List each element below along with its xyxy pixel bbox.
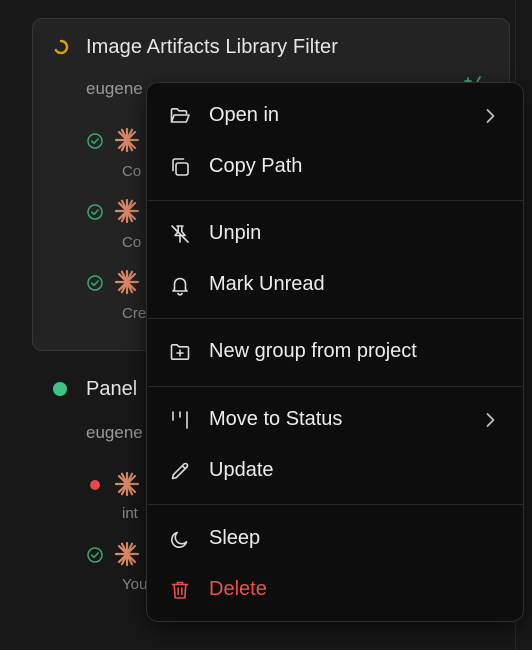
task-subtitle: eugene <box>86 79 143 98</box>
copy-icon <box>172 158 189 176</box>
menu-item-update[interactable]: Update <box>147 449 523 493</box>
asterisk-icon <box>114 471 140 497</box>
context-menu: Open in Copy Path Unpin Mark Unread New … <box>146 82 524 622</box>
menu-item-label: Open in <box>209 104 280 126</box>
menu-item-delete[interactable]: Delete <box>147 568 523 612</box>
unpin-icon <box>171 225 189 243</box>
loading-spinner-icon <box>54 39 69 55</box>
check-circle-icon <box>87 275 103 291</box>
asterisk-icon <box>114 127 140 153</box>
check-circle-icon <box>87 204 103 220</box>
moon-icon <box>171 531 188 548</box>
menu-item-move-to-status[interactable]: Move to Status <box>147 398 523 442</box>
menu-item-label: Copy Path <box>209 155 303 177</box>
list-item-text: You <box>122 576 148 593</box>
folder-plus-icon <box>170 344 190 360</box>
status-columns-icon <box>172 411 188 429</box>
task-title: Image Artifacts Library Filter <box>86 36 338 58</box>
asterisk-icon <box>114 198 140 224</box>
error-dot-icon <box>90 480 100 490</box>
menu-item-label: New group from project <box>209 340 417 362</box>
menu-item-label: Move to Status <box>209 408 343 430</box>
folder-open-icon <box>170 108 190 123</box>
menu-item-mark-unread[interactable]: Mark Unread <box>147 263 523 307</box>
list-item-text: Co <box>122 234 142 251</box>
active-status-dot-icon <box>53 382 67 396</box>
task-subtitle: eugene <box>86 423 143 442</box>
list-item-text: int <box>122 505 138 522</box>
app-background: Image Artifacts Library Filter eugene Co… <box>0 0 532 650</box>
list-item-text: Co <box>122 163 142 180</box>
menu-item-label: Sleep <box>209 527 261 549</box>
menu-item-sleep[interactable]: Sleep <box>147 517 523 561</box>
bell-icon <box>172 277 188 296</box>
menu-item-copy-path[interactable]: Copy Path <box>147 145 523 189</box>
menu-item-label: Mark Unread <box>209 273 325 295</box>
menu-divider <box>148 200 524 201</box>
menu-item-unpin[interactable]: Unpin <box>147 212 523 256</box>
asterisk-icon <box>114 541 140 567</box>
menu-item-label: Unpin <box>209 222 262 244</box>
menu-divider <box>148 318 524 319</box>
pencil-icon <box>171 462 189 480</box>
list-item-text: Cre <box>122 305 147 322</box>
asterisk-icon <box>114 269 140 295</box>
menu-divider <box>148 386 524 387</box>
menu-item-new-group[interactable]: New group from project <box>147 330 523 374</box>
task-title[interactable]: Panel <box>86 378 137 401</box>
chevron-right-icon <box>486 413 495 427</box>
menu-item-label: Delete <box>209 578 267 600</box>
trash-icon <box>171 581 189 599</box>
menu-divider <box>148 504 524 505</box>
chevron-right-icon <box>486 109 495 123</box>
menu-item-open-in[interactable]: Open in <box>147 94 523 138</box>
menu-item-label: Update <box>209 459 274 481</box>
check-circle-icon <box>87 133 103 149</box>
check-circle-icon <box>87 547 103 563</box>
